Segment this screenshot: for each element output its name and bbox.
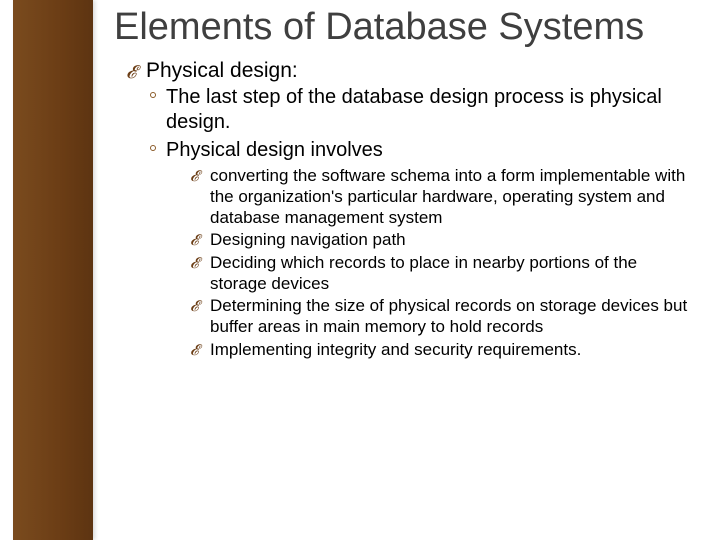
bullet-level1-text: Physical design: [146,59,298,82]
level3-list: 𝓔 converting the software schema into a … [190,166,690,361]
circle-bullet-icon [150,145,156,151]
bullet-level1: 𝓔 Physical design: [126,58,690,83]
bullet-level2: Physical design involves [150,138,690,163]
bullet-level2-text: Physical design involves [166,139,383,161]
flourish-icon: 𝓔 [126,62,136,84]
slide: Elements of Database Systems 𝓔 Physical … [0,0,720,540]
bullet-level3: 𝓔 Implementing integrity and security re… [190,340,690,361]
left-accent-bar [13,0,93,540]
flourish-icon: 𝓔 [190,298,199,316]
bullet-level3: 𝓔 Determining the size of physical recor… [190,296,690,337]
flourish-icon: 𝓔 [190,255,199,273]
bullet-level3-text: converting the software schema into a fo… [210,166,685,226]
bullet-level3: 𝓔 Deciding which records to place in nea… [190,253,690,294]
slide-body: 𝓔 Physical design: The last step of the … [126,58,690,361]
bullet-level2-text: The last step of the database design pro… [166,86,662,133]
bullet-level3: 𝓔 Designing navigation path [190,230,690,251]
bullet-level3-text: Implementing integrity and security requ… [210,340,581,359]
circle-bullet-icon [150,92,156,98]
bullet-level3-text: Designing navigation path [210,230,406,249]
level2-list: The last step of the database design pro… [150,85,690,361]
bullet-level3-text: Deciding which records to place in nearb… [210,253,637,293]
bullet-level2: The last step of the database design pro… [150,85,690,135]
flourish-icon: 𝓔 [190,168,199,186]
flourish-icon: 𝓔 [190,232,199,250]
bullet-level3: 𝓔 converting the software schema into a … [190,166,690,228]
bullet-level3-text: Determining the size of physical records… [210,296,687,336]
flourish-icon: 𝓔 [190,342,199,360]
slide-title: Elements of Database Systems [114,8,690,48]
